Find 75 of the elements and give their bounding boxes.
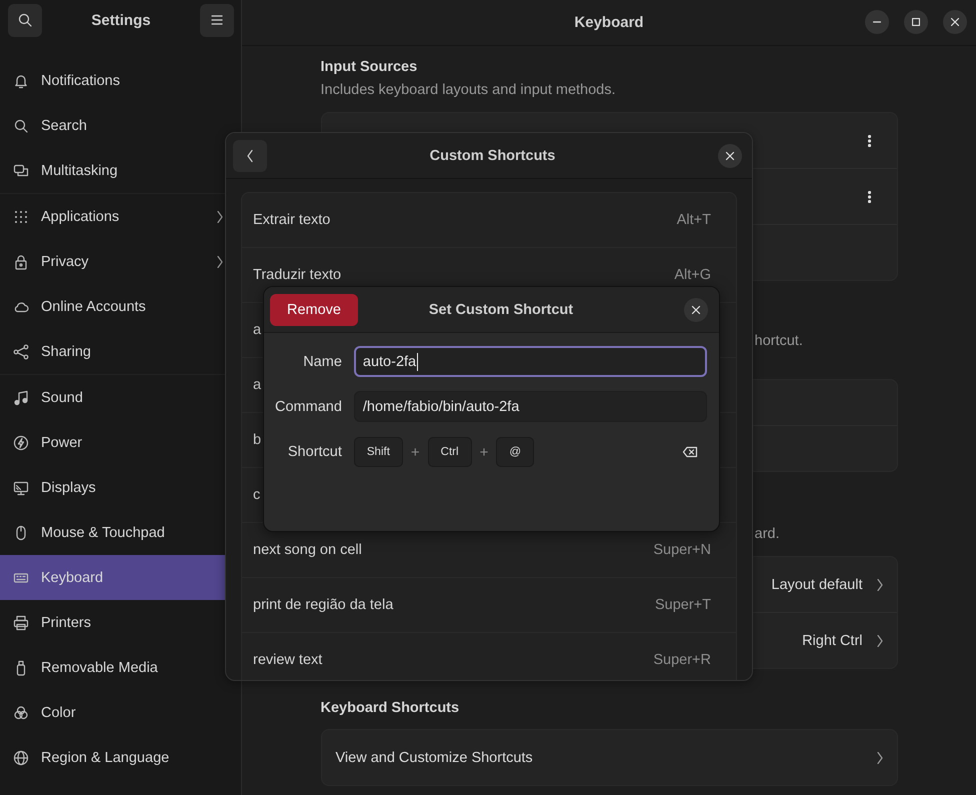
minimize-icon	[873, 21, 881, 23]
section-heading: Input Sources	[320, 58, 418, 77]
search-icon	[13, 118, 29, 134]
input-field[interactable]: auto-2fa	[354, 346, 707, 377]
printer-icon	[13, 614, 29, 630]
sidebar-item[interactable]: Mouse & Touchpad	[0, 510, 241, 555]
monitor-icon	[13, 480, 29, 496]
sidebar-item[interactable]: Applications	[0, 194, 241, 239]
shortcut-label: Alt+T	[676, 213, 711, 227]
sidebar-title: Settings	[91, 12, 151, 28]
backspace-icon	[682, 444, 698, 460]
remove-button[interactable]: Remove	[270, 294, 358, 326]
section-description: hortcut.	[754, 332, 803, 351]
shortcut-label: Super+N	[653, 543, 711, 557]
list-item[interactable]: review text Super+R	[242, 633, 736, 680]
lightning-icon	[13, 434, 29, 450]
kebab-icon	[868, 190, 871, 202]
list-item[interactable]: Extrair texto Alt+T	[242, 193, 736, 248]
kebab-icon	[868, 134, 871, 146]
sidebar-item[interactable]: Power	[0, 420, 241, 465]
sidebar-item[interactable]: Displays	[0, 465, 241, 510]
dialog-title: Set Custom Shortcut	[428, 302, 574, 318]
sidebar-item[interactable]: Printers	[0, 600, 241, 645]
sidebar-item[interactable]: Region & Language	[0, 735, 241, 780]
shortcut-label: Super+R	[653, 653, 711, 667]
circles-icon	[13, 704, 29, 720]
key-cap: Shift	[354, 437, 403, 467]
music-note-icon	[13, 390, 29, 406]
chevron-icon	[876, 634, 882, 646]
close-button[interactable]	[684, 298, 708, 322]
key-cap: @	[496, 437, 534, 467]
sidebar-item[interactable]: Removable Media	[0, 645, 241, 690]
chevron-icon	[876, 752, 882, 764]
menu-button[interactable]	[200, 4, 234, 36]
plus-sign: +	[480, 444, 488, 460]
list-item[interactable]: print de região da tela Super+T	[242, 578, 736, 633]
shortcut-label: Alt+G	[674, 268, 711, 282]
plus-sign: +	[410, 444, 420, 460]
dialog-title: Custom Shortcuts	[430, 148, 556, 164]
section-heading: Keyboard Shortcuts	[320, 699, 460, 718]
bell-icon	[13, 72, 29, 88]
row-label: View and Customize Shortcuts	[336, 750, 533, 766]
grid-icon	[13, 208, 29, 224]
globe-icon	[13, 750, 29, 766]
sidebar-item[interactable]: Online Accounts	[0, 284, 241, 329]
shortcut-label: Super+T	[654, 598, 711, 612]
maximize-button[interactable]	[904, 10, 928, 34]
close-button[interactable]	[943, 10, 967, 34]
search-icon	[17, 12, 33, 28]
search-button[interactable]	[8, 4, 42, 36]
section-description: ard.	[754, 525, 780, 544]
input-field[interactable]: /home/fabio/bin/auto-2fa	[354, 391, 707, 422]
field-label: Command	[275, 398, 342, 414]
field-label: Name	[302, 354, 342, 370]
sidebar-item[interactable]: Color	[0, 690, 241, 735]
sidebar-item[interactable]: Sound	[0, 375, 241, 420]
windows-icon	[13, 162, 29, 178]
row-value: Layout default	[771, 576, 862, 592]
minimize-button[interactable]	[865, 10, 889, 34]
row-value: Right Ctrl	[802, 632, 862, 648]
close-button[interactable]	[718, 144, 742, 168]
close-icon	[951, 18, 959, 26]
maximize-icon	[912, 18, 920, 26]
sidebar-item[interactable]: Search	[0, 103, 241, 148]
share-icon	[13, 344, 29, 360]
sidebar-item[interactable]: Sharing	[0, 329, 241, 374]
sidebar-item[interactable]: Notifications	[0, 58, 241, 103]
sidebar-item[interactable]: Privacy	[0, 239, 241, 284]
chevron-icon	[876, 578, 882, 590]
field-label: Shortcut	[286, 444, 342, 460]
lock-icon	[13, 254, 29, 270]
section-description: Includes keyboard layouts and input methods.	[320, 81, 617, 100]
sidebar-item[interactable]: Multitasking	[0, 148, 241, 193]
window-title: Keyboard	[574, 14, 644, 31]
key-cap: Ctrl	[428, 437, 472, 467]
